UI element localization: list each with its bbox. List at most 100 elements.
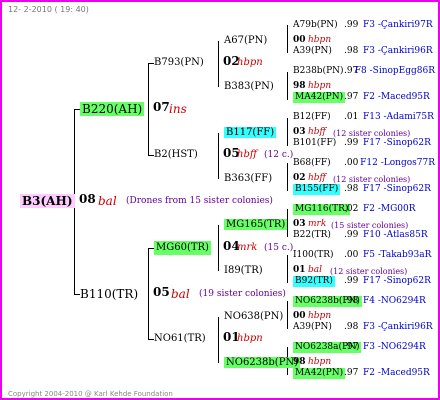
l5-year-value: .97 — [344, 342, 359, 352]
l5-year-value: .02 — [344, 204, 359, 214]
l5-source-line: F2 -MG00R — [363, 204, 416, 214]
p2-bracket — [148, 248, 149, 339]
l4-3-generation: 02 — [293, 173, 306, 183]
l4-3-line-code: hbff — [308, 173, 326, 183]
l3-2-line-code: mrk — [237, 242, 258, 253]
l3-1-note: (12 c.) — [264, 150, 294, 160]
parent-2-id[interactable]: B110(TR) — [80, 287, 138, 301]
l3-1-line-code: hbff — [237, 149, 257, 160]
l4-1-id[interactable]: B383(PN) — [224, 81, 274, 92]
parent-2-line-code: bal — [171, 287, 190, 301]
l5-year-value: .99 — [344, 20, 359, 30]
l5-source-line: F3 -NO6294R — [363, 342, 426, 352]
l5-source-line: F3 -Çankiri97R — [363, 20, 433, 30]
l5-source-line: F5 -Takab93aR — [363, 250, 432, 260]
parent-2-generation: 05 — [153, 285, 170, 299]
l4-3-bracket — [287, 163, 288, 191]
l4-0-generation: 00 — [293, 35, 306, 45]
l4-3-id[interactable]: B363(FF) — [224, 173, 272, 184]
l3-2-id[interactable]: MG60(TR) — [154, 241, 211, 255]
parent-2-note: (19 sister colonies) — [199, 289, 286, 299]
l4-6-line-code: hbpn — [308, 311, 332, 321]
l4-1-generation: 98 — [293, 81, 306, 91]
l4-5-bracket — [287, 255, 288, 283]
l5-source-line: F17 -Sinop62R — [363, 138, 431, 148]
l4-5-generation: 01 — [293, 265, 306, 275]
l5-queen-id[interactable]: B238b(PN) — [293, 66, 344, 77]
l5-source-line: F17 -Sinop62R — [363, 184, 431, 194]
l3-0-line-code: hbpn — [237, 57, 263, 68]
l3-0-bracket — [218, 41, 219, 87]
l5-source-line: F13 -Adami75R — [363, 112, 434, 122]
copyright-footer: Copyright 2004-2010 @ Karl Kehde Foundat… — [8, 390, 173, 398]
l4-2-bracket — [287, 118, 288, 146]
l3-2-note: (15 c.) — [264, 243, 294, 253]
p1-bracket — [148, 63, 149, 155]
l5-source-line: F2 -Maced95R — [363, 92, 430, 102]
l3-1-id[interactable]: B2(HST) — [154, 148, 198, 162]
parent-1-generation: 07 — [153, 100, 170, 114]
l4-4-generation: 03 — [293, 219, 306, 229]
l5-year-value: .00 — [344, 158, 359, 168]
l5-year-value: .97 — [344, 368, 359, 378]
l4-0-bracket — [287, 25, 288, 53]
l5-source-line: F4 -NO6294R — [363, 296, 426, 306]
l5-queen-id[interactable]: B22(TR) — [293, 230, 331, 241]
l5-source-line: F3 -Çankiri96R — [363, 46, 433, 56]
parent-1-id[interactable]: B220(AH) — [80, 102, 145, 116]
l4-7-generation: 98 — [293, 357, 306, 367]
l4-1-bracket — [287, 72, 288, 100]
l5-year-value: .98 — [344, 184, 359, 194]
l5-source-line: F12 -Longos77R — [360, 158, 435, 168]
l4-1-line-code: hbpn — [308, 81, 332, 91]
l4-0-id[interactable]: A67(PN) — [224, 35, 267, 46]
l3-3-line-code: hbpn — [237, 333, 263, 344]
l4-7-line-code: hbpn — [308, 357, 332, 367]
l3-1-bracket — [218, 133, 219, 179]
parent-1-line-code: ins — [169, 102, 187, 116]
l3-3-id[interactable]: NO61(TR) — [154, 332, 206, 346]
l5-source-line: F3 -Çankiri96R — [363, 322, 433, 332]
l4-6-id[interactable]: NO638(PN) — [224, 311, 283, 322]
l5-queen-id[interactable]: B12(FF) — [293, 112, 331, 123]
l5-year-value: .99 — [344, 230, 359, 240]
l5-queen-id[interactable]: B68(FF) — [293, 158, 331, 169]
l5-year-value: .97 — [344, 92, 359, 102]
l5-year-value: .98 — [344, 322, 359, 332]
pedigree-frame: 12- 2-2010 ( 19: 40) B3(AH) 08 bal (Dron… — [0, 0, 440, 400]
l5-queen-id[interactable]: B101(FF) — [293, 138, 336, 149]
l5-source-line: F17 -Sinop62R — [363, 276, 431, 286]
l5-queen-id[interactable]: MA42(PN) — [293, 368, 346, 379]
l4-6-bracket — [287, 301, 288, 329]
l4-4-id[interactable]: MG165(TR) — [224, 219, 288, 230]
l5-queen-id[interactable]: MG116(TR) — [293, 204, 351, 215]
root-generation: 08 — [79, 192, 96, 206]
l3-3-bracket — [218, 317, 219, 363]
l5-queen-id[interactable]: A39(PN) — [293, 322, 332, 333]
l5-queen-id[interactable]: B155(FF) — [293, 184, 341, 195]
l5-year-value: .98 — [344, 46, 359, 56]
l5-queen-id[interactable]: I100(TR) — [293, 250, 334, 261]
root-line-code: bal — [98, 194, 117, 208]
root-queen-id[interactable]: B3(AH) — [20, 194, 75, 208]
l3-0-id[interactable]: B793(PN) — [154, 56, 204, 70]
l5-year-value: .99 — [344, 276, 359, 286]
l5-queen-id[interactable]: B92(TR) — [293, 276, 335, 287]
l5-queen-id[interactable]: A39(PN) — [293, 46, 332, 57]
timestamp-header: 12- 2-2010 ( 19: 40) — [8, 5, 89, 14]
l5-year-value: .98 — [344, 296, 359, 306]
l5-source-line: F8 -SinopEgg86R — [354, 66, 435, 76]
l5-year-value: .00 — [344, 250, 359, 260]
l5-source-line: F10 -Atlas85R — [363, 230, 428, 240]
l5-queen-id[interactable]: A79b(PN) — [293, 20, 338, 31]
l4-2-id[interactable]: B117(FF) — [224, 127, 277, 138]
l5-queen-id[interactable]: MA42(PN) — [293, 92, 346, 103]
l5-source-line: F2 -Maced95R — [363, 368, 430, 378]
l4-7-id[interactable]: NO6238b(PN) — [224, 357, 301, 368]
l4-5-line-code: bal — [308, 265, 323, 275]
l4-2-generation: 03 — [293, 127, 306, 137]
l4-5-id[interactable]: I89(TR) — [224, 265, 263, 276]
l5-year-value: .01 — [344, 112, 359, 122]
l4-4-line-code: mrk — [308, 219, 327, 229]
l5-year-value: .99 — [344, 138, 359, 148]
